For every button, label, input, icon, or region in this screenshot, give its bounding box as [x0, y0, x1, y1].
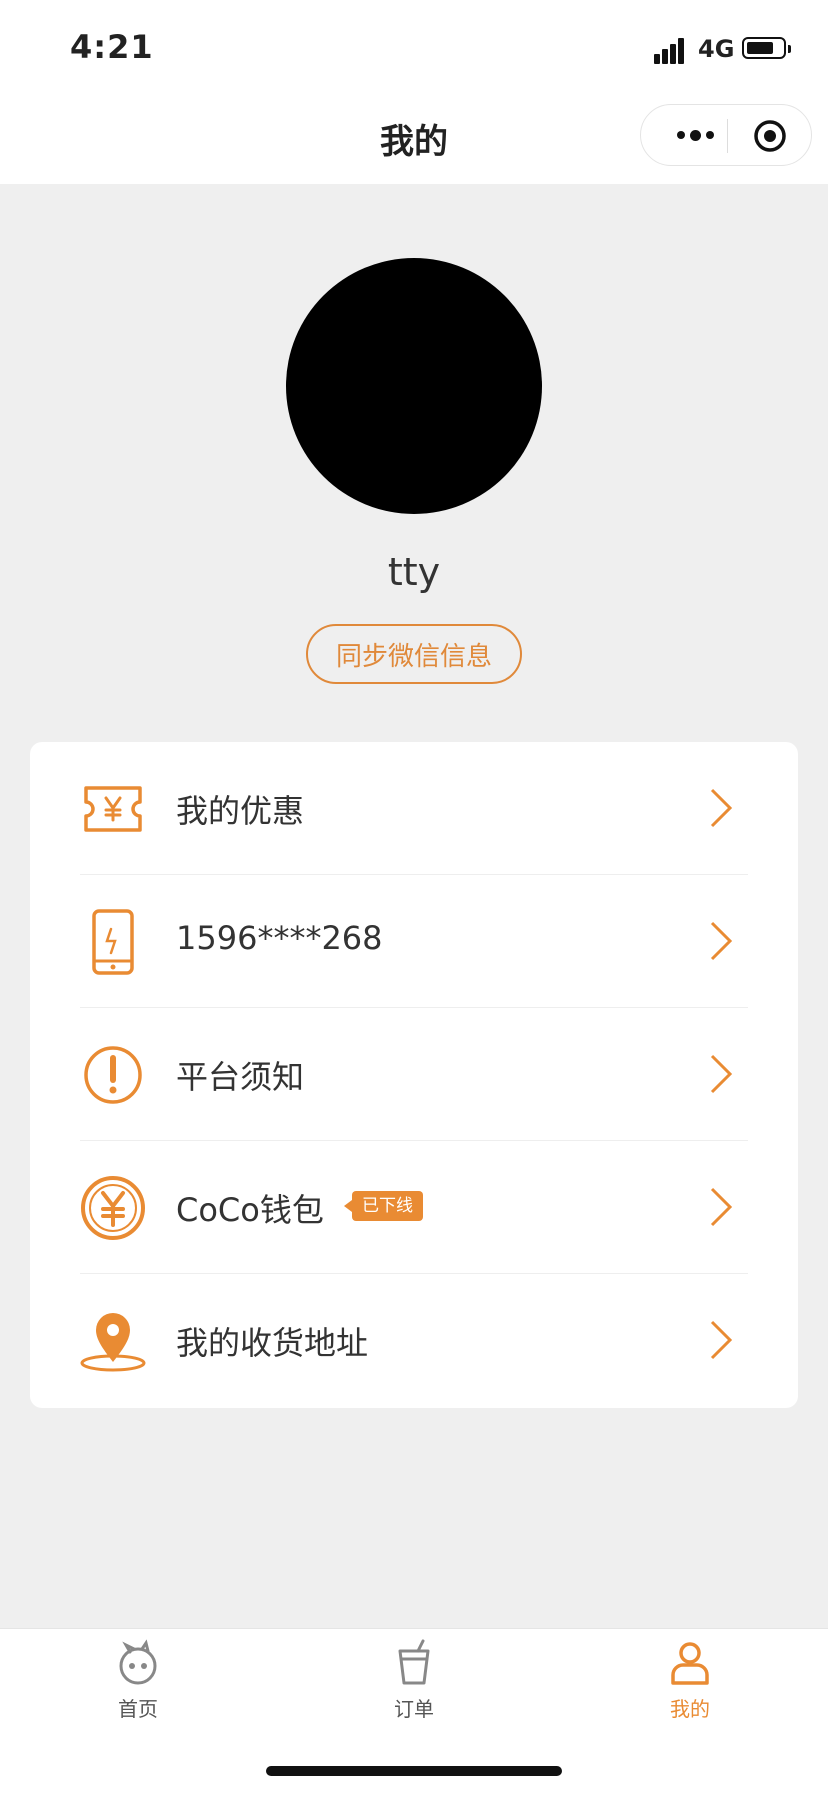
avatar[interactable] — [286, 258, 542, 514]
tab-home[interactable]: 首页 — [68, 1639, 208, 1739]
tab-label: 订单 — [394, 1697, 434, 1721]
menu-item-coupons[interactable]: 我的优惠 — [30, 742, 798, 874]
yen-coin-icon — [81, 1176, 145, 1240]
battery-icon — [742, 37, 791, 59]
coupon-icon — [84, 786, 142, 832]
menu-item-label: 我的收货地址 — [176, 1324, 369, 1362]
phone-icon — [92, 909, 134, 975]
menu-item-label: CoCo钱包 — [176, 1191, 324, 1229]
chevron-right-icon — [710, 921, 733, 961]
exclamation-icon — [84, 1046, 142, 1104]
signal-icon — [654, 36, 690, 64]
cup-icon — [398, 1639, 430, 1685]
location-pin-icon — [80, 1313, 146, 1372]
tab-orders[interactable]: 订单 — [344, 1639, 484, 1739]
navigation-bar: 我的 — [0, 88, 828, 184]
menu-item-label: 我的优惠 — [176, 792, 305, 830]
menu-item-platform-notice[interactable]: 平台须知 — [30, 1008, 798, 1140]
chevron-right-icon — [710, 1054, 733, 1094]
offline-badge: 已下线 — [344, 1191, 423, 1221]
home-indicator — [266, 1766, 562, 1776]
menu-card: 我的优惠 1596****268 平台须知 CoCo钱包 已下线 我的收货地址 — [30, 742, 798, 1408]
phone-number: 1596****268 — [176, 919, 383, 957]
menu-item-phone[interactable]: 1596****268 — [30, 875, 798, 1007]
chevron-right-icon — [710, 1187, 733, 1227]
person-icon — [671, 1642, 709, 1685]
close-mini-program-icon[interactable] — [753, 119, 787, 153]
chevron-right-icon — [710, 788, 733, 828]
mini-program-capsule — [640, 104, 812, 166]
chevron-right-icon — [710, 1320, 733, 1360]
status-bar: 4:21 4G — [0, 0, 828, 88]
username: tty — [387, 550, 441, 594]
more-menu-button[interactable] — [665, 105, 725, 165]
menu-item-shipping-address[interactable]: 我的收货地址 — [30, 1274, 798, 1406]
network-type: 4G — [698, 35, 735, 63]
tab-mine[interactable]: 我的 — [620, 1639, 760, 1739]
status-time: 4:21 — [70, 28, 154, 66]
menu-item-label: 平台须知 — [176, 1058, 305, 1096]
tab-label: 我的 — [670, 1697, 710, 1721]
home-mascot-icon — [119, 1639, 157, 1685]
tab-label: 首页 — [118, 1697, 158, 1721]
menu-item-coco-wallet[interactable]: CoCo钱包 已下线 — [30, 1141, 798, 1273]
capsule-divider — [727, 119, 728, 153]
sync-wechat-info-button[interactable]: 同步微信信息 — [306, 624, 522, 684]
